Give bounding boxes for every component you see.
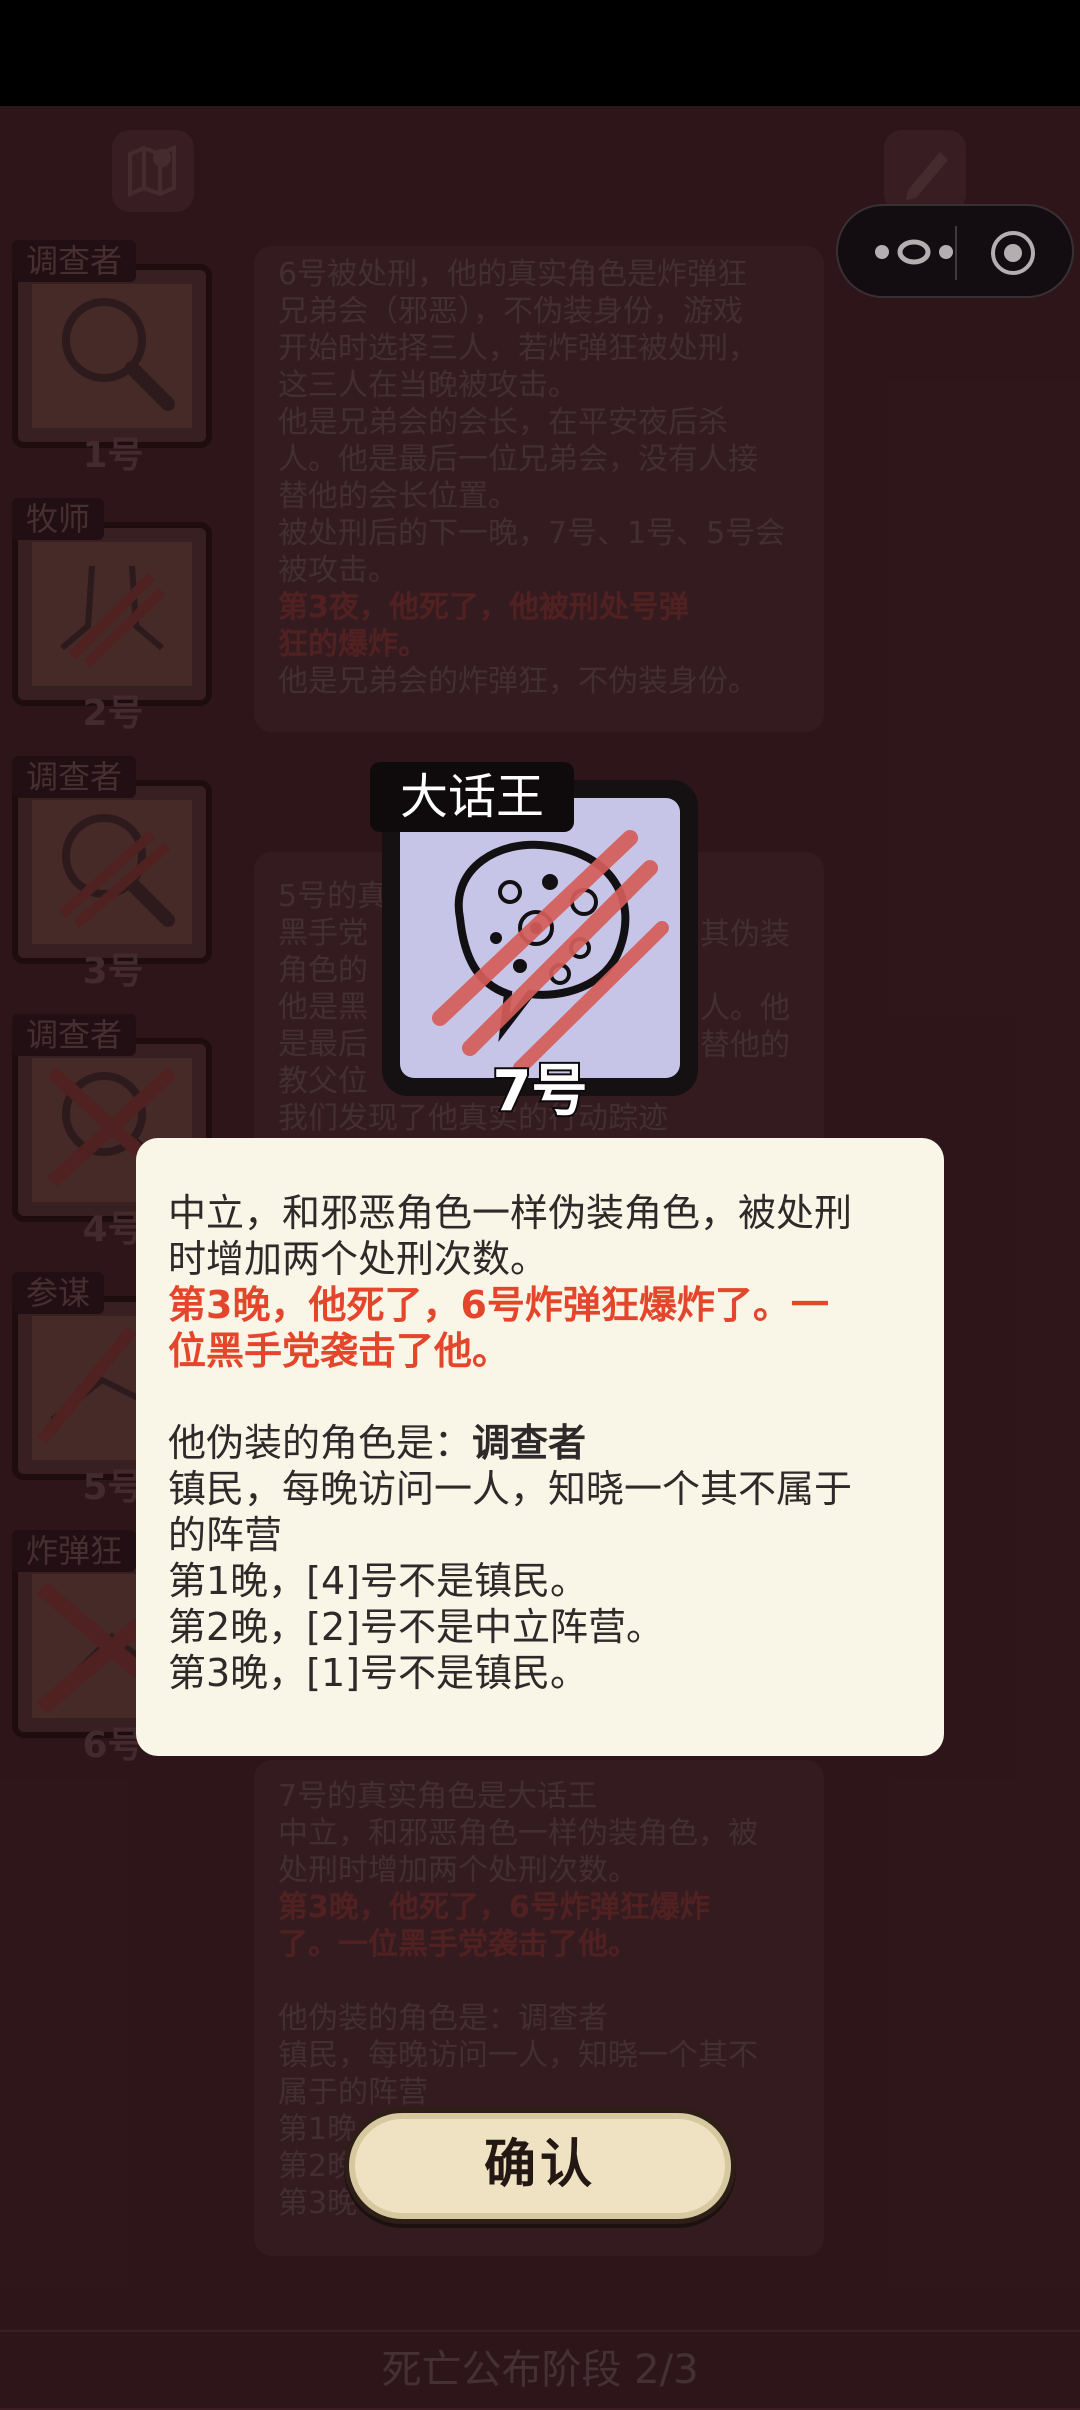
dialog-disguise-desc: 镇民，每晚访问一人，知晓一个其不属于 — [168, 1467, 853, 1511]
focus-role-label: 大话王 — [370, 762, 575, 832]
dialog-disguise-desc: 的阵营 — [168, 1513, 283, 1557]
dialog-night-result: 第3晚，[1]号不是镇民。 — [168, 1651, 589, 1695]
dialog-death-info: 第3晚，他死了，6号炸弹狂爆炸了。一 — [168, 1283, 829, 1327]
confirm-button[interactable]: 确认 — [344, 2108, 736, 2224]
dialog-disguise-line: 他伪装的角色是：调查者 — [168, 1420, 912, 1466]
dialog-description: 时增加两个处刑次数。 — [168, 1237, 549, 1281]
focus-player-number: 7号 — [491, 1057, 590, 1126]
dialog-death-info: 位黑手党袭击了他。 — [168, 1329, 511, 1373]
status-bar — [0, 0, 1080, 106]
dialog-night-result: 第2晚，[2]号不是中立阵营。 — [168, 1605, 665, 1649]
disguise-prefix: 他伪装的角色是： — [168, 1421, 473, 1465]
dialog-description: 中立，和邪恶角色一样伪装角色，被处刑 — [168, 1191, 853, 1235]
role-reveal-dialog: 中立，和邪恶角色一样伪装角色，被处刑 时增加两个处刑次数。 第3晚，他死了，6号… — [136, 1138, 944, 1756]
dialog-night-result: 第1晚，[4]号不是镇民。 — [168, 1559, 589, 1603]
disguise-role: 调查者 — [472, 1421, 587, 1465]
speech-bubble-icon — [432, 830, 669, 1075]
